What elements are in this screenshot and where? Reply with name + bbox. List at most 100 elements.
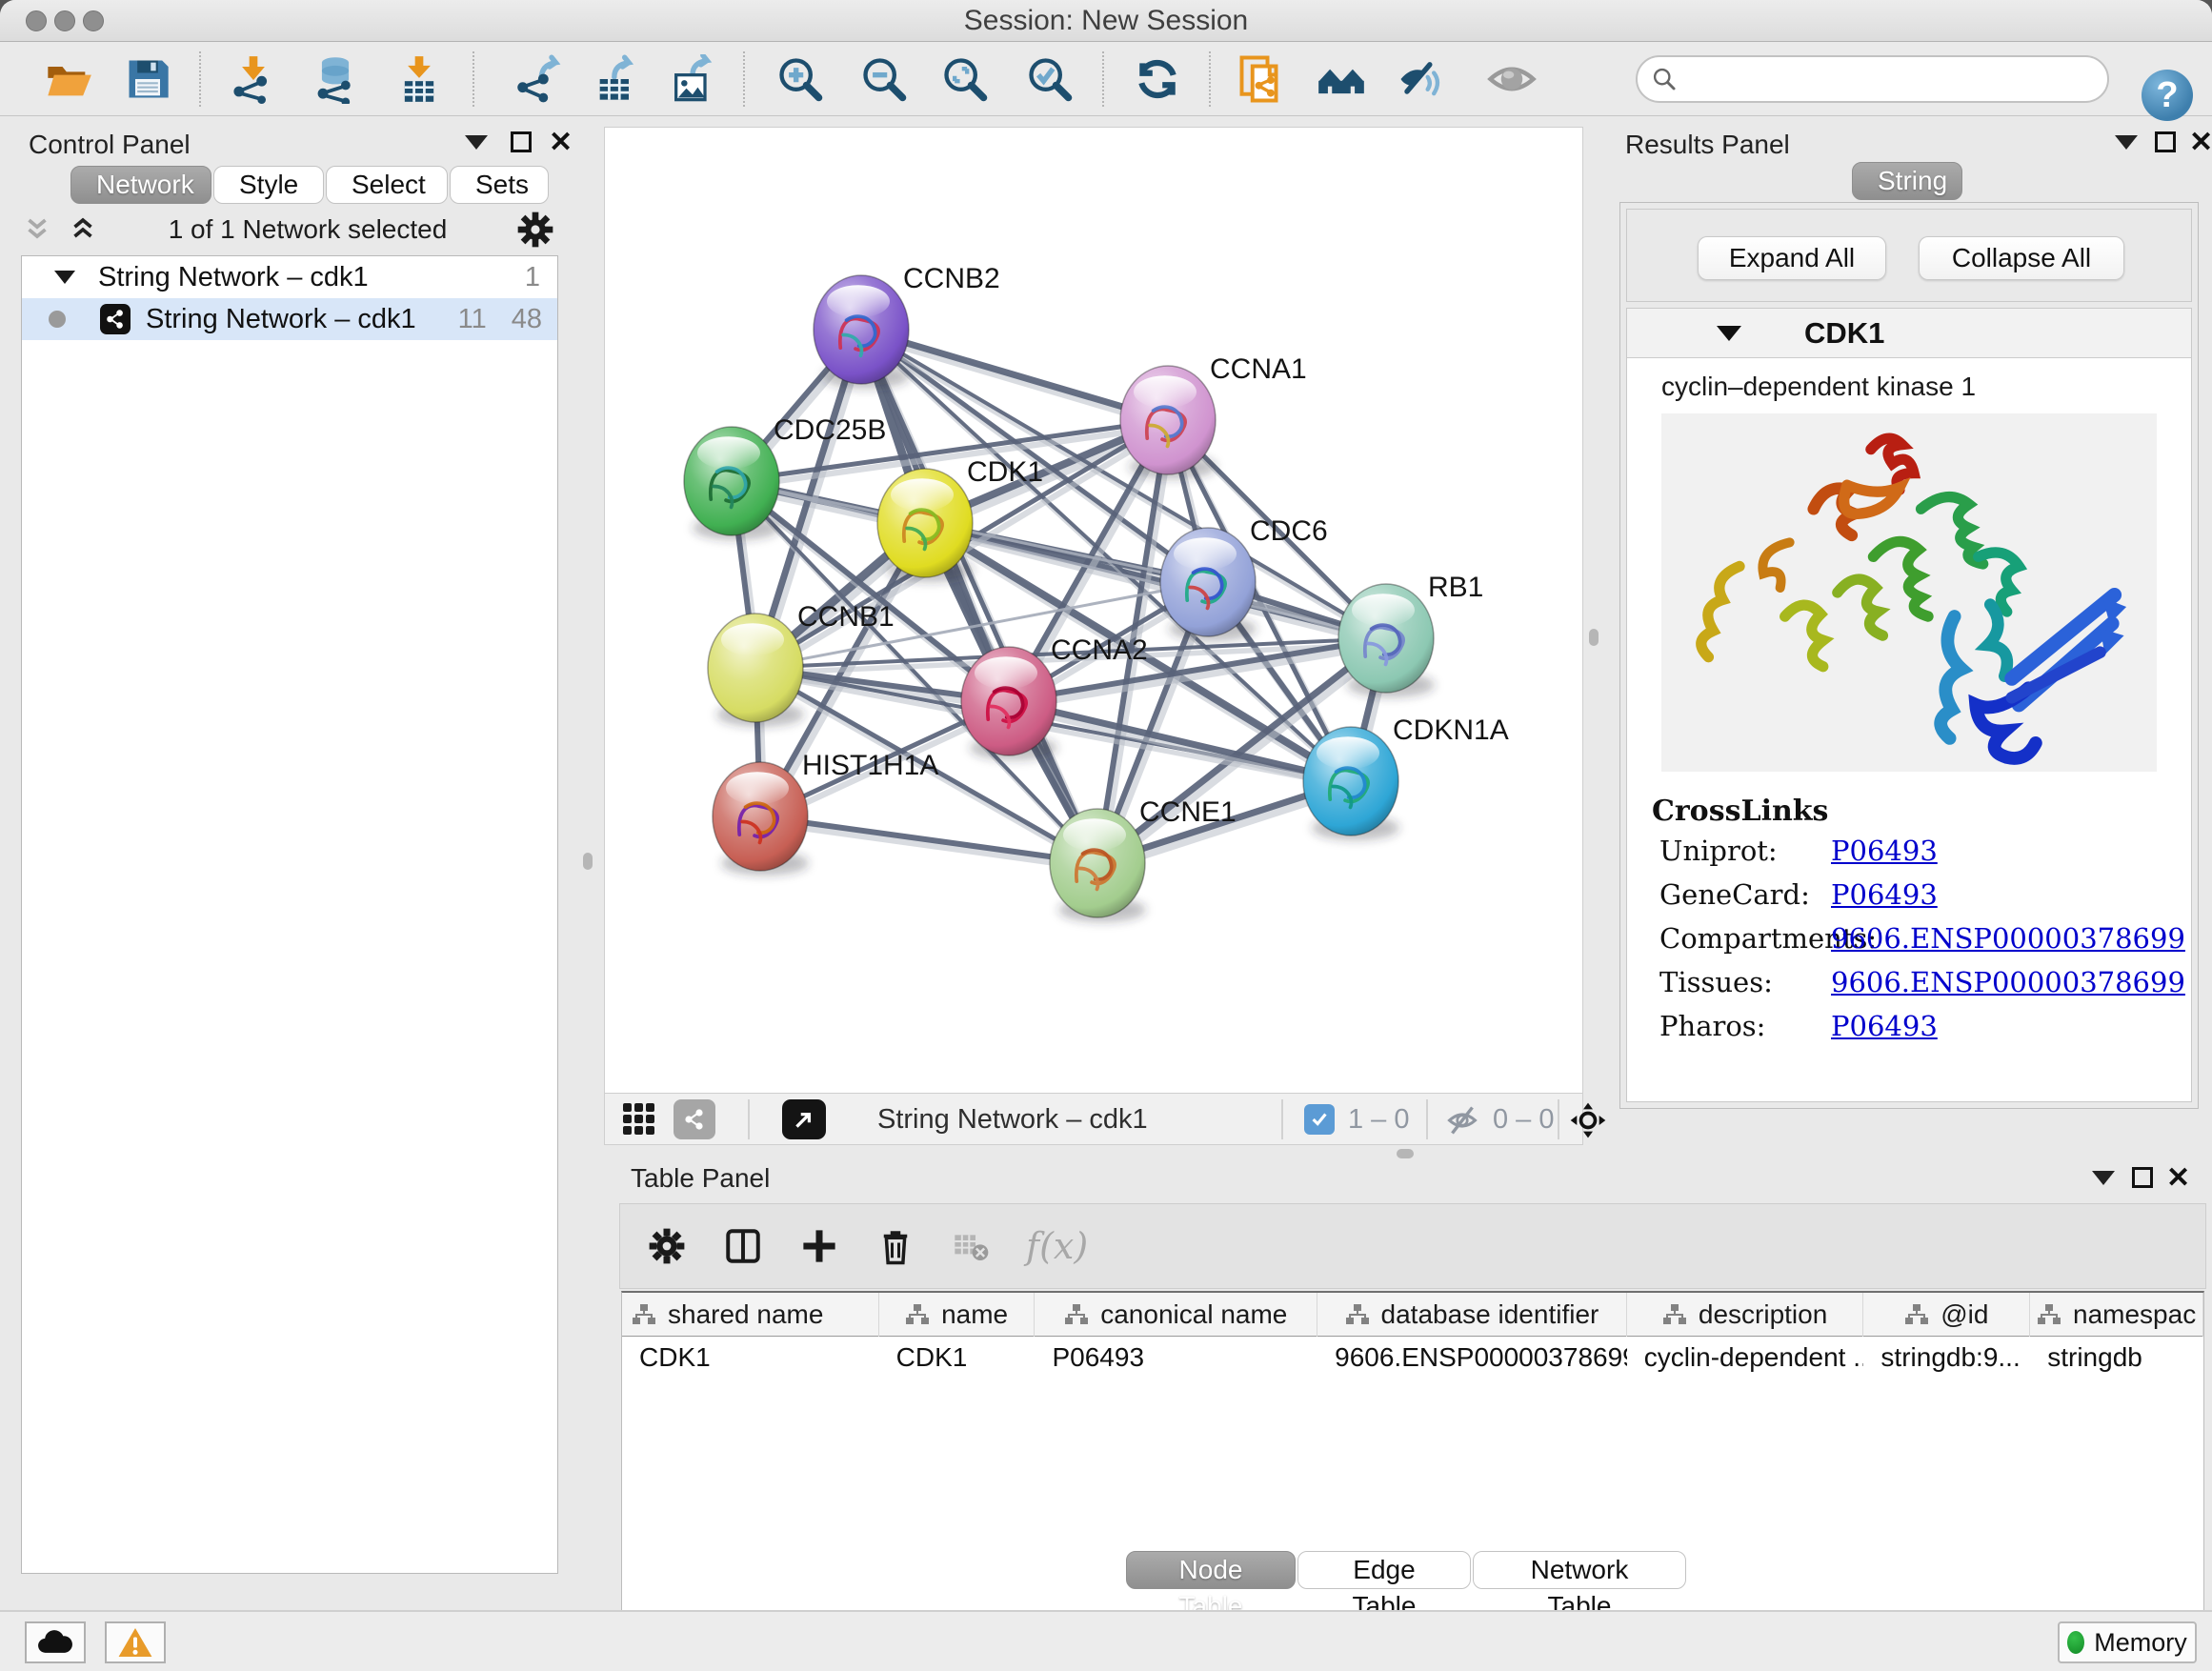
import-table-button[interactable] bbox=[392, 52, 446, 106]
delete-column-icon[interactable] bbox=[875, 1226, 915, 1266]
tab-select[interactable]: Select bbox=[326, 166, 448, 204]
table-header-cell[interactable]: name bbox=[879, 1293, 1036, 1337]
column-label: shared name bbox=[668, 1299, 823, 1330]
crosslink-value-link[interactable]: 9606.ENSP00000378699 bbox=[1831, 966, 2185, 998]
gear-icon[interactable] bbox=[516, 211, 554, 249]
tab-sets[interactable]: Sets bbox=[450, 166, 549, 204]
birdseye-view-button[interactable] bbox=[782, 1099, 826, 1139]
open-session-button[interactable] bbox=[42, 52, 95, 106]
column-type-icon bbox=[2037, 1303, 2061, 1326]
import-network-file-button[interactable] bbox=[227, 52, 280, 106]
zoom-fit-button[interactable] bbox=[938, 52, 992, 106]
status-separator bbox=[1281, 1099, 1283, 1139]
crosslink-value-link[interactable]: P06493 bbox=[1831, 878, 1938, 911]
toolbar-separator bbox=[473, 51, 474, 107]
tab-network[interactable]: Network bbox=[70, 166, 211, 204]
table-panel: Table Panel ✕ bbox=[619, 1159, 2206, 1610]
search-field[interactable] bbox=[1636, 55, 2109, 103]
column-type-icon bbox=[1345, 1303, 1370, 1326]
crosslink-value-link[interactable]: P06493 bbox=[1831, 835, 1938, 867]
panel-menu-icon[interactable] bbox=[2115, 135, 2138, 150]
node-label: CCNA1 bbox=[1210, 353, 1307, 385]
hidden-eye-icon[interactable] bbox=[1445, 1104, 1479, 1137]
close-panel-icon[interactable]: ✕ bbox=[2166, 1161, 2190, 1195]
protein-structure-image bbox=[1661, 413, 2157, 772]
table-cell[interactable]: CDK1 bbox=[622, 1337, 879, 1379]
collapse-all-chevrons-icon[interactable] bbox=[21, 213, 53, 246]
node-gloss-highlight bbox=[1352, 594, 1415, 626]
table-cell[interactable]: stringdb:9... bbox=[1863, 1337, 2030, 1379]
node-gloss-highlight bbox=[697, 436, 760, 469]
float-panel-icon[interactable] bbox=[2155, 131, 2176, 152]
tab-string-results[interactable]: String bbox=[1852, 162, 1962, 200]
horizontal-splitter-handle[interactable] bbox=[1397, 1149, 1414, 1158]
table-cell[interactable]: 9606.ENSP00000378699 bbox=[1317, 1337, 1627, 1379]
import-network-database-button[interactable] bbox=[309, 52, 362, 106]
tab-edge-table[interactable]: Edge Table bbox=[1297, 1551, 1471, 1589]
show-columns-icon[interactable] bbox=[723, 1226, 763, 1266]
string-home-button[interactable] bbox=[1315, 52, 1368, 106]
float-panel-icon[interactable] bbox=[2132, 1167, 2153, 1188]
network-collection-row[interactable]: String Network – cdk1 1 bbox=[22, 256, 557, 298]
export-image-button[interactable] bbox=[666, 52, 719, 106]
table-row[interactable]: CDK1CDK1P064939606.ENSP00000378699cyclin… bbox=[622, 1337, 2203, 1379]
import-database-icon bbox=[311, 54, 360, 104]
export-table-button[interactable] bbox=[590, 52, 643, 106]
network-canvas[interactable]: CCNB2CCNA1CDC25BCDK1CDC6RB1CCNB1CCNA2CDK… bbox=[604, 127, 1583, 1094]
table-header-cell[interactable]: shared name bbox=[622, 1293, 879, 1337]
table-header-cell[interactable]: description bbox=[1627, 1293, 1864, 1337]
memory-button[interactable]: Memory bbox=[2058, 1621, 2197, 1663]
zoom-selected-button[interactable] bbox=[1023, 52, 1076, 106]
collapse-all-button[interactable]: Collapse All bbox=[1919, 236, 2124, 280]
column-label: database identifier bbox=[1381, 1299, 1599, 1330]
float-panel-icon[interactable] bbox=[511, 131, 532, 152]
title-bar: Session: New Session bbox=[0, 0, 2212, 42]
network-share-view-button[interactable] bbox=[674, 1099, 715, 1139]
network-edge[interactable] bbox=[861, 330, 1097, 863]
table-header-cell[interactable]: canonical name bbox=[1035, 1293, 1317, 1337]
export-network-button[interactable] bbox=[513, 52, 566, 106]
table-cell[interactable]: P06493 bbox=[1035, 1337, 1317, 1379]
show-eye-button[interactable] bbox=[1485, 52, 1538, 106]
cloud-status-button[interactable] bbox=[25, 1621, 86, 1663]
table-cell[interactable]: stringdb bbox=[2030, 1337, 2203, 1379]
string-import-button[interactable] bbox=[1237, 52, 1290, 106]
table-cell[interactable]: CDK1 bbox=[879, 1337, 1036, 1379]
crosslinks-list: Uniprot:P06493GeneCard:P06493Compartment… bbox=[1627, 835, 2191, 1054]
left-splitter-handle[interactable] bbox=[583, 853, 593, 870]
network-row-selected[interactable]: String Network – cdk1 11 48 bbox=[22, 298, 557, 340]
close-panel-icon[interactable]: ✕ bbox=[2189, 126, 2212, 159]
hide-results-button[interactable] bbox=[1393, 52, 1446, 106]
collapse-triangle-icon[interactable] bbox=[54, 271, 75, 284]
zoom-in-button[interactable] bbox=[774, 52, 827, 106]
expand-all-chevrons-icon[interactable] bbox=[67, 213, 99, 246]
table-header-cell[interactable]: database identifier bbox=[1317, 1293, 1627, 1337]
string-documents-icon bbox=[1237, 53, 1289, 105]
tab-network-table[interactable]: Network Table bbox=[1473, 1551, 1686, 1589]
tab-style[interactable]: Style bbox=[213, 166, 324, 204]
save-session-button[interactable] bbox=[121, 52, 174, 106]
crosslink-value-link[interactable]: P06493 bbox=[1831, 1010, 1938, 1042]
panel-menu-icon[interactable] bbox=[465, 135, 488, 150]
table-gear-icon[interactable] bbox=[647, 1226, 687, 1266]
right-splitter-handle[interactable] bbox=[1589, 629, 1599, 646]
warnings-button[interactable] bbox=[105, 1621, 166, 1663]
table-header-cell[interactable]: namespac bbox=[2030, 1293, 2203, 1337]
add-column-icon[interactable] bbox=[799, 1226, 839, 1266]
gene-section-header[interactable]: CDK1 bbox=[1627, 309, 2191, 358]
expand-all-button[interactable]: Expand All bbox=[1698, 236, 1886, 280]
section-collapse-triangle-icon[interactable] bbox=[1717, 326, 1741, 341]
search-input[interactable] bbox=[1678, 64, 2094, 95]
refresh-button[interactable] bbox=[1131, 52, 1184, 106]
close-panel-icon[interactable]: ✕ bbox=[549, 126, 573, 159]
fit-content-crosshair-icon[interactable] bbox=[1569, 1101, 1607, 1139]
table-header-cell[interactable]: @id bbox=[1863, 1293, 2030, 1337]
zoom-out-button[interactable] bbox=[857, 52, 911, 106]
tab-node-table[interactable]: Node Table bbox=[1126, 1551, 1296, 1589]
crosslink-value-link[interactable]: 9606.ENSP00000378699 bbox=[1831, 922, 2185, 955]
help-button[interactable]: ? bbox=[2142, 70, 2193, 121]
panel-menu-icon[interactable] bbox=[2092, 1171, 2115, 1185]
table-cell[interactable]: cyclin-dependent ... bbox=[1627, 1337, 1864, 1379]
selected-checkbox-icon[interactable] bbox=[1304, 1104, 1335, 1135]
grid-view-icon[interactable] bbox=[622, 1102, 656, 1137]
